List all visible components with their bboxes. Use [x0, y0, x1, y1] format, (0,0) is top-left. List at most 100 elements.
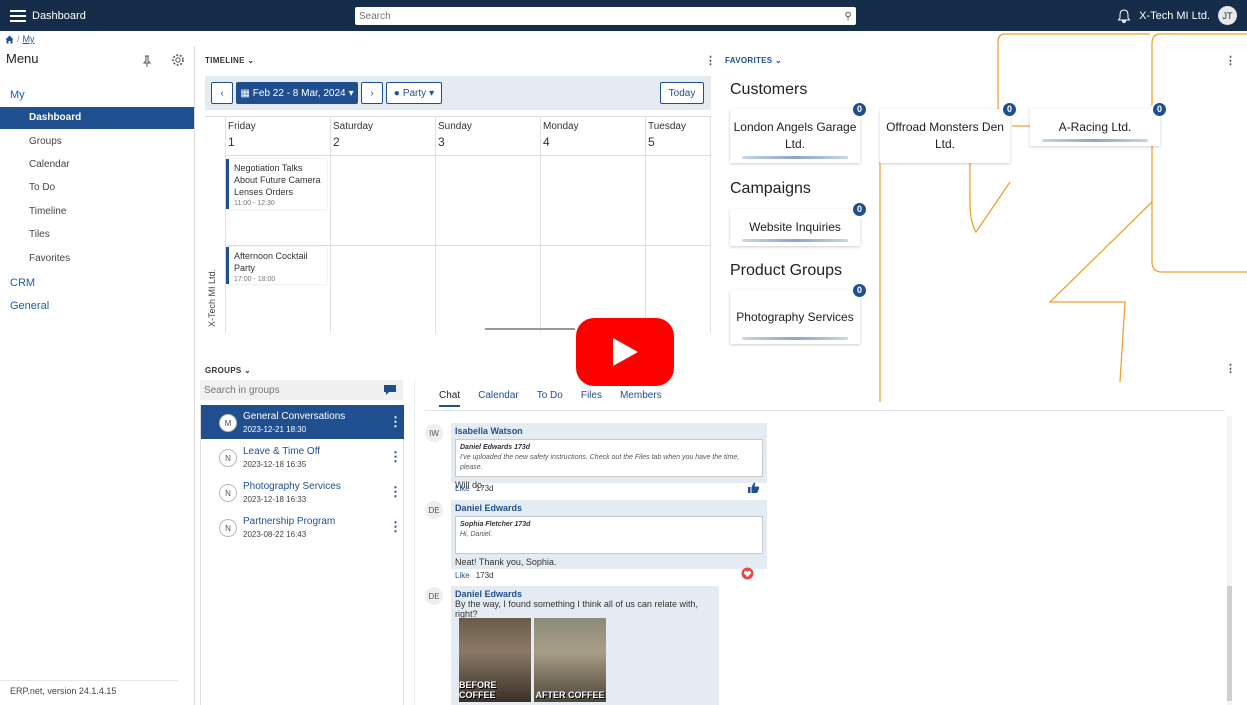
group-row[interactable]: N Leave & Time Off 2023-12-18 16:35 ⋮ [201, 440, 404, 474]
meme-image-before[interactable]: BEFORE COFFEE [459, 618, 531, 702]
sidebar-item-timeline[interactable]: Timeline [0, 201, 194, 223]
grid-line [435, 117, 436, 333]
avatar: DE [425, 501, 443, 519]
tab-todo[interactable]: To Do [537, 390, 563, 407]
group-more-icon[interactable]: ⋮ [389, 519, 402, 535]
home-icon[interactable] [5, 35, 14, 44]
day-number: 3 [438, 135, 445, 149]
heart-icon[interactable] [741, 567, 754, 580]
group-icon: N [219, 519, 237, 537]
search-icon[interactable]: ⚲ [840, 11, 856, 22]
favorite-card[interactable]: A-Racing Ltd. 0 [1030, 101, 1168, 146]
message-author[interactable]: Daniel Edwards [455, 589, 715, 599]
message-author[interactable]: Daniel Edwards [455, 503, 763, 513]
card-bar [742, 156, 848, 159]
message-text: Will do. [455, 480, 485, 490]
message-author[interactable]: Isabella Watson [455, 426, 763, 436]
timeline-more-icon[interactable]: ⋮ [705, 54, 716, 67]
quote-text: Hi, Daniel. [460, 531, 493, 538]
message-actions: Like 173d [455, 571, 493, 580]
groups-more-icon[interactable]: ⋮ [1225, 362, 1236, 375]
sidebar-item-groups[interactable]: Groups [0, 131, 194, 153]
groups-section-title[interactable]: GROUPS ⌄ [205, 366, 251, 375]
count-badge: 0 [1151, 101, 1168, 118]
pin-icon[interactable] [143, 55, 151, 67]
like-button[interactable]: Like [455, 484, 470, 493]
today-button[interactable]: Today [660, 82, 704, 104]
favorites-panel: Customers London Angels Garage Ltd. 0 Of… [722, 52, 1247, 400]
tab-chat[interactable]: Chat [439, 390, 461, 407]
groups-search-input[interactable] [200, 384, 383, 396]
timeline-event[interactable]: Afternoon Cocktail Party 17:00 - 18:00 [226, 247, 327, 284]
chat-tabs: Chat Calendar To Do Files Members [439, 390, 662, 407]
group-icon: N [219, 484, 237, 502]
group-row[interactable]: N Photography Services 2023-12-18 16:33 … [201, 475, 404, 509]
group-more-icon[interactable]: ⋮ [389, 484, 402, 500]
global-search[interactable]: ⚲ [355, 7, 856, 25]
sidebar-item-dashboard[interactable]: Dashboard [0, 107, 194, 129]
group-more-icon[interactable]: ⋮ [389, 414, 402, 430]
favorites-category: Campaigns [730, 180, 811, 197]
favorite-card[interactable]: Photography Services 0 [730, 282, 868, 344]
chevron-down-icon: ⌄ [244, 366, 252, 375]
tab-calendar[interactable]: Calendar [478, 390, 519, 407]
sidebar-item-calendar[interactable]: Calendar [0, 154, 194, 176]
bell-icon[interactable] [1117, 8, 1131, 23]
message-text: By the way, I found something I think al… [455, 599, 698, 619]
groups-search[interactable] [200, 380, 403, 400]
video-play-button[interactable] [576, 318, 674, 386]
sidebar-item-todo[interactable]: To Do [0, 177, 194, 199]
grid-line [540, 117, 541, 333]
group-row[interactable]: M General Conversations 2023-12-21 18:30… [201, 405, 404, 439]
chat-message: Daniel Edwards Sophia Fletcher 173d Hi, … [451, 500, 767, 569]
tab-files[interactable]: Files [581, 390, 602, 407]
group-more-icon[interactable]: ⋮ [389, 449, 402, 465]
play-icon [613, 338, 638, 366]
chat-scrollbar[interactable] [1227, 416, 1232, 705]
breadcrumb-current[interactable]: My [23, 34, 35, 44]
app-title: Dashboard [32, 9, 86, 22]
group-name: Partnership Program [243, 516, 336, 527]
thumbs-up-icon[interactable] [747, 481, 760, 494]
timeline-event[interactable]: Negotiation Talks About Future Camera Le… [226, 159, 327, 209]
grid-line [330, 117, 331, 333]
sidebar-item-tiles[interactable]: Tiles [0, 224, 194, 246]
favorite-label: Website Inquiries [749, 220, 841, 234]
count-badge: 0 [851, 101, 868, 118]
company-name[interactable]: X-Tech MI Ltd. [1139, 10, 1210, 22]
calendar-icon: ▦ [240, 87, 250, 99]
event-time: 17:00 - 18:00 [234, 276, 276, 283]
new-chat-icon[interactable] [383, 384, 397, 396]
gear-icon[interactable] [171, 53, 185, 67]
next-range-button[interactable]: › [361, 82, 383, 104]
group-date: 2023-12-18 16:33 [243, 495, 307, 504]
timeline-section-title[interactable]: TIMELINE ⌄ [205, 56, 254, 65]
sidebar-item-favorites[interactable]: Favorites [0, 248, 194, 270]
user-avatar[interactable]: JT [1218, 6, 1237, 25]
global-search-input[interactable] [355, 8, 840, 24]
favorite-label: A-Racing Ltd. [1058, 120, 1132, 134]
favorite-card[interactable]: Offroad Monsters Den Ltd. 0 [880, 101, 1018, 163]
version-label: ERP.net, version 24.1.4.15 [10, 686, 117, 696]
message-quote: Sophia Fletcher 173d Hi, Daniel. [455, 516, 763, 554]
timeline-toolbar: ‹ ▦ Feb 22 - 8 Mar, 2024 ▾ › ● Party ▾ T… [205, 76, 711, 110]
hamburger-menu-icon[interactable] [10, 9, 26, 22]
group-icon: N [219, 449, 237, 467]
meme-image-after[interactable]: AFTER COFFEE [534, 618, 606, 702]
group-row[interactable]: N Partnership Program 2023-08-22 16:43 ⋮ [201, 510, 404, 544]
tab-members[interactable]: Members [620, 390, 662, 407]
favorite-card[interactable]: London Angels Garage Ltd. 0 [730, 101, 868, 163]
day-name: Tuesday [648, 121, 686, 132]
sidebar-group-crm[interactable]: CRM [10, 277, 35, 289]
sidebar-group-my[interactable]: My [10, 89, 25, 101]
scrollbar-thumb[interactable] [1227, 586, 1232, 701]
date-range-button[interactable]: ▦ Feb 22 - 8 Mar, 2024 ▾ [236, 82, 358, 104]
favorite-card[interactable]: Website Inquiries 0 [730, 201, 868, 246]
sidebar-group-general[interactable]: General [10, 300, 49, 312]
avatar: IW [425, 424, 443, 442]
tabs-divider [425, 410, 1225, 411]
timeline-scrollbar[interactable] [485, 328, 575, 330]
party-filter-button[interactable]: ● Party ▾ [386, 82, 442, 104]
like-button[interactable]: Like [455, 571, 470, 580]
prev-range-button[interactable]: ‹ [211, 82, 233, 104]
